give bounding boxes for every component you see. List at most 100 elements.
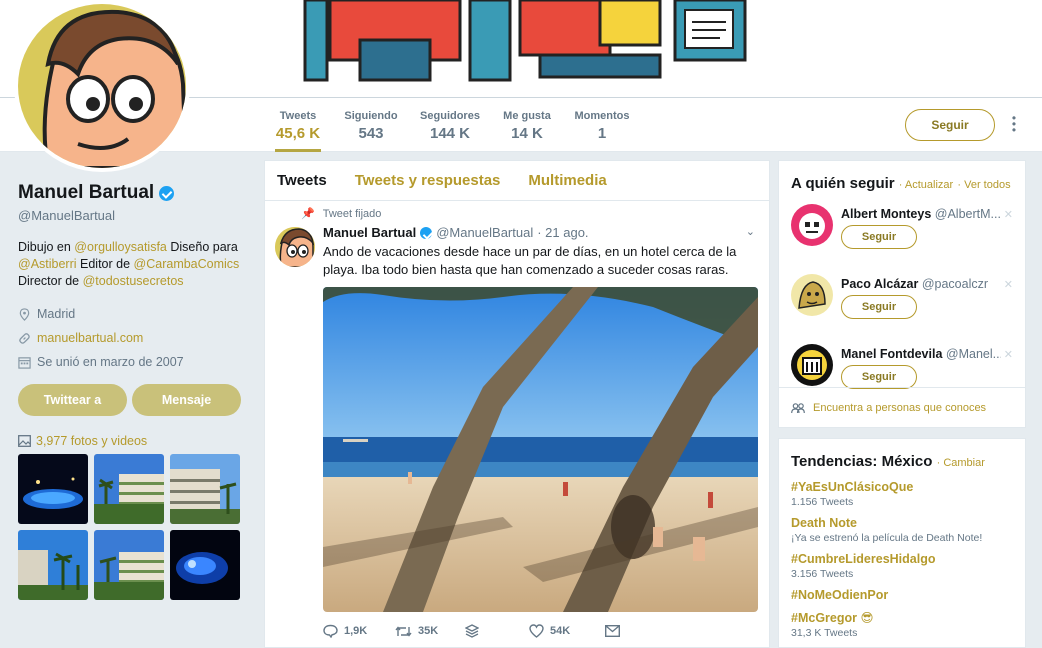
image-icon: [18, 435, 31, 447]
view-all-link[interactable]: · Ver todos: [957, 179, 1010, 191]
timeline-tabs: Tweets Tweets y respuestas Multimedia: [265, 161, 769, 201]
retweet-icon: [395, 625, 412, 637]
retweet-action[interactable]: 35K: [395, 625, 465, 638]
tweet-text: Ando de vacaciones desde hace un par de …: [323, 244, 737, 277]
timeline: Tweets Tweets y respuestas Multimedia 📌 …: [264, 160, 770, 648]
follow-suggested-button[interactable]: Seguir: [841, 295, 917, 319]
trend-name[interactable]: #NoMeOdienPor: [791, 588, 1013, 602]
location-row: Madrid: [18, 302, 248, 326]
tab-tweets-replies[interactable]: Tweets y respuestas: [355, 172, 501, 189]
stat-tweets[interactable]: Tweets 45,6 K: [275, 98, 321, 152]
stat-likes[interactable]: Me gusta 14 K: [500, 98, 554, 152]
media-thumbnail[interactable]: [170, 454, 240, 524]
change-trends-link[interactable]: · Cambiar: [937, 457, 985, 469]
trend-name[interactable]: Death Note: [791, 516, 1013, 530]
stat-moments[interactable]: Momentos 1: [573, 98, 631, 152]
suggested-user-handle[interactable]: @pacoalczr: [922, 277, 988, 291]
pinned-tweet[interactable]: 📌 Tweet fijado ⌄ Manuel Bartual @ManuelB…: [265, 201, 769, 648]
reply-icon: [323, 624, 338, 638]
find-people-link[interactable]: Encuentra a personas que conoces: [779, 387, 1025, 428]
heart-icon: [529, 624, 544, 638]
suggested-user-name-row: Manel Fontdevila @Manel...: [841, 342, 1001, 361]
trend-item[interactable]: #NoMeOdienPor: [791, 588, 1013, 602]
media-thumbnail[interactable]: [94, 530, 164, 600]
profile-handle[interactable]: @ManuelBartual: [18, 208, 248, 223]
follow-suggested-button[interactable]: Seguir: [841, 225, 917, 249]
profile-avatar[interactable]: [14, 0, 190, 172]
tweet-actions: 1,9K 35K 54K: [323, 612, 757, 648]
follow-suggested-button[interactable]: Seguir: [841, 365, 917, 389]
suggested-user-handle[interactable]: @Manel...: [946, 347, 1001, 361]
profile-name: Manuel Bartual: [18, 182, 155, 203]
dismiss-icon[interactable]: ✕: [1004, 278, 1013, 291]
trend-meta: 3.156 Tweets: [791, 568, 854, 580]
trend-item[interactable]: #McGregor 😎 31,3 K Tweets: [791, 610, 1013, 639]
trend-name[interactable]: #CumbreLideresHidalgo: [791, 552, 1013, 566]
chevron-down-icon[interactable]: ⌄: [746, 225, 755, 238]
tweet-avatar[interactable]: [275, 227, 315, 267]
stat-label: Me gusta: [503, 110, 551, 122]
media-thumbnail[interactable]: [18, 530, 88, 600]
like-action[interactable]: 54K: [529, 624, 605, 638]
who-to-follow-module: A quién seguir · Actualizar · Ver todos …: [778, 160, 1026, 428]
tweet-author-name[interactable]: Manuel Bartual: [323, 225, 416, 240]
refresh-link[interactable]: · Actualizar: [899, 179, 953, 191]
stat-value: 543: [358, 125, 384, 142]
layers-action[interactable]: [465, 624, 529, 638]
profile-name-row: Manuel Bartual: [18, 182, 248, 204]
stat-followers[interactable]: Seguidores 144 K: [420, 98, 480, 152]
suggested-user: Albert Monteys @AlbertM... Seguir ✕: [779, 202, 1025, 264]
verified-badge-icon: [159, 185, 175, 201]
tab-media[interactable]: Multimedia: [528, 172, 606, 189]
trends-header: Tendencias: México · Cambiar: [791, 453, 1013, 470]
bio-text: Diseño para: [166, 240, 238, 254]
stat-value: 45,6 K: [275, 125, 321, 142]
bio-link[interactable]: @todostusecretos: [83, 274, 184, 288]
media-thumbnail[interactable]: [94, 454, 164, 524]
suggested-user-name[interactable]: Manel Fontdevila: [841, 347, 942, 361]
suggested-user-name[interactable]: Paco Alcázar: [841, 277, 918, 291]
bio-link[interactable]: @CarambaComics: [134, 257, 240, 271]
dismiss-icon[interactable]: ✕: [1004, 348, 1013, 361]
tweet-to-button[interactable]: Twittear a: [18, 384, 127, 416]
bio-link[interactable]: @orgulloysatisfa: [74, 240, 167, 254]
website-link[interactable]: manuelbartual.com: [37, 331, 143, 345]
tweet-date[interactable]: · 21 ago.: [537, 225, 588, 240]
tweet-photo[interactable]: [323, 287, 758, 612]
suggested-user-avatar[interactable]: [791, 274, 833, 316]
suggested-user-avatar[interactable]: [791, 344, 833, 386]
link-icon: [19, 332, 30, 344]
stat-value: 1: [597, 125, 607, 142]
tweet-author-handle[interactable]: @ManuelBartual: [436, 225, 533, 240]
tab-tweets[interactable]: Tweets: [277, 172, 327, 189]
message-button[interactable]: Mensaje: [132, 384, 241, 416]
location-pin-icon: [19, 307, 30, 321]
dismiss-icon[interactable]: ✕: [1004, 208, 1013, 221]
suggested-user-avatar[interactable]: [791, 204, 833, 246]
suggested-user-name-row: Paco Alcázar @pacoalczr: [841, 272, 1001, 291]
joined-row: Se unió en marzo de 2007: [18, 350, 248, 374]
media-thumbnail[interactable]: [170, 530, 240, 600]
more-options-icon[interactable]: • • •: [1009, 112, 1019, 136]
pin-icon: 📌: [301, 208, 315, 220]
trend-name[interactable]: #YaEsUnClásicoQue: [791, 480, 1013, 494]
trend-item[interactable]: #CumbreLideresHidalgo 3.156 Tweets: [791, 552, 1013, 580]
direct-message-action[interactable]: [605, 625, 620, 637]
stat-following[interactable]: Siguiendo 543: [342, 98, 400, 152]
retweet-count: 35K: [418, 625, 439, 637]
stat-label: Momentos: [574, 110, 630, 122]
bio-text: Dibujo en: [18, 240, 75, 254]
suggested-user-name[interactable]: Albert Monteys: [841, 207, 931, 221]
website-row: manuelbartual.com: [18, 326, 248, 350]
trend-name[interactable]: #McGregor 😎: [791, 610, 1013, 625]
who-to-follow-header: A quién seguir · Actualizar · Ver todos: [779, 161, 1025, 192]
bio-link[interactable]: @Astiberri: [18, 257, 77, 271]
reply-action[interactable]: 1,9K: [323, 624, 395, 638]
photos-videos-link[interactable]: 3,977 fotos y videos: [18, 434, 248, 448]
trend-item[interactable]: Death Note ¡Ya se estrenó la película de…: [791, 516, 1013, 544]
suggested-user: Paco Alcázar @pacoalczr Seguir ✕: [779, 272, 1025, 334]
media-thumbnail[interactable]: [18, 454, 88, 524]
trend-item[interactable]: #YaEsUnClásicoQue 1.156 Tweets: [791, 480, 1013, 508]
suggested-user-handle[interactable]: @AlbertM...: [935, 207, 1001, 221]
follow-button[interactable]: Seguir: [905, 109, 995, 141]
